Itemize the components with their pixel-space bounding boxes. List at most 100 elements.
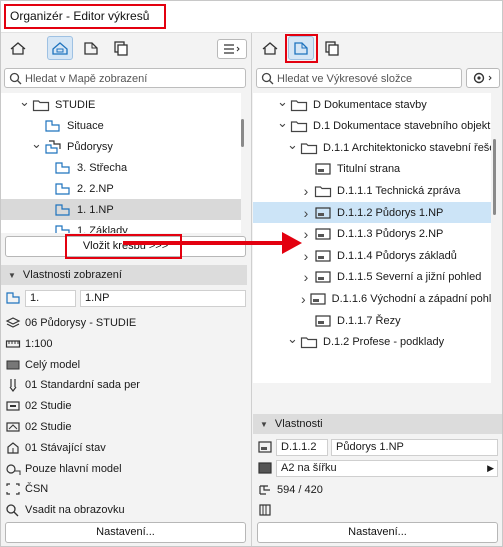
chevron-right-icon[interactable]: › <box>301 291 306 307</box>
view-property-value: Celý model <box>25 358 81 371</box>
menu-icon <box>224 44 240 54</box>
layout-book-icon <box>294 42 308 55</box>
layout-book-search[interactable] <box>256 68 462 88</box>
tree-item[interactable]: › D.1.1.1 Technická zpráva <box>253 180 491 201</box>
chevron-right-icon[interactable]: › <box>301 269 311 285</box>
view-map-button[interactable] <box>47 36 73 60</box>
tree-item[interactable]: 1. Základy <box>1 220 241 233</box>
tree-item-label: D.1.1.1 Technická zpráva <box>337 184 461 197</box>
tree-item[interactable]: ⌄ D Dokumentace stavby <box>253 94 491 115</box>
view-map-icon <box>52 42 68 55</box>
layout-size-row: 594 / 420 <box>257 480 323 500</box>
view-property-row[interactable]: 01 Stávající stav <box>5 438 106 458</box>
tree-item[interactable]: › D.1.1.6 Východní a západní pohled <box>253 288 491 309</box>
view-property-row[interactable]: 06 Půdorysy - STUDIE <box>5 313 136 333</box>
view-property-row[interactable]: Vsadit na obrazovku <box>5 500 125 520</box>
layout-book-search-input[interactable] <box>277 71 457 86</box>
publisher-button[interactable] <box>108 36 134 60</box>
tree-item[interactable]: › D.1.1.5 Severní a jižní pohled <box>253 267 491 288</box>
right-layout-book-button[interactable] <box>288 36 314 60</box>
right-settings-button[interactable]: Nastavení... <box>257 522 498 543</box>
folder-icon <box>290 121 308 133</box>
tree-item[interactable]: Situace <box>1 115 241 136</box>
chevron-right-icon[interactable]: › <box>301 205 311 221</box>
floorplan-view-icon <box>55 203 70 216</box>
layout-book-row <box>257 500 277 520</box>
view-map-tree: ⌄ STUDIE Situace ⌄ Půdorysy 3. Střecha 2. 2.NP… <box>1 93 241 233</box>
title-bar: Organizér - Editor výkresů <box>1 1 502 33</box>
folder-icon <box>314 186 332 197</box>
view-map-search[interactable] <box>4 68 246 88</box>
view-property-row[interactable]: 01 Standardní sada per <box>5 375 140 395</box>
chevron-down-icon[interactable]: ⌄ <box>287 137 298 153</box>
chevron-down-icon[interactable]: ⌄ <box>277 115 288 131</box>
project-map-button[interactable] <box>5 36 31 60</box>
layout-name-field[interactable]: Půdorys 1.NP <box>331 439 498 456</box>
tree-item[interactable]: › D.1.1.2 Půdorys 1.NP <box>253 202 491 223</box>
view-property-value: 06 Půdorysy - STUDIE <box>25 317 137 329</box>
layout-book-button[interactable] <box>78 36 104 60</box>
view-name-field[interactable]: 1.NP <box>80 290 246 307</box>
chevron-down-icon[interactable]: ⌄ <box>31 136 42 152</box>
layout-id-row <box>257 437 277 457</box>
chevron-down-icon[interactable]: ⌄ <box>19 94 30 110</box>
floorplan-view-icon <box>55 224 70 233</box>
tree-item[interactable]: 3. Střecha <box>1 157 241 178</box>
left-settings-button[interactable]: Nastavení... <box>5 522 246 543</box>
tree-item[interactable]: ⌄ D.1.2 Profese - podklady <box>253 331 491 353</box>
view-property-row[interactable]: 02 Studie <box>5 396 71 416</box>
layout-icon <box>310 293 326 305</box>
folder-icon <box>32 99 50 111</box>
dropdown-arrow-icon: ▶ <box>487 463 494 473</box>
tree-item[interactable]: 1. 1.NP <box>1 199 241 220</box>
tree-item[interactable]: Titulní strana <box>253 159 491 180</box>
view-property-row[interactable]: Pouze hlavní model <box>5 459 122 479</box>
view-property-value: Pouze hlavní model <box>25 462 122 475</box>
folder-icon <box>300 337 318 349</box>
floorplan-view-icon <box>45 119 60 132</box>
layout-book-icon <box>84 42 98 55</box>
layout-icon <box>315 163 331 175</box>
view-id-field[interactable]: 1. <box>25 290 76 307</box>
chevron-right-icon[interactable]: › <box>301 226 311 242</box>
layout-properties-header[interactable]: ▼ Vlastnosti <box>253 414 502 434</box>
right-project-map-button[interactable] <box>257 36 283 60</box>
organizer-window: Organizér - Editor výkresů ⌄STUD <box>0 0 503 547</box>
tree-item[interactable]: D.1.1.7 Řezy <box>253 310 491 331</box>
view-property-row[interactable]: Celý model <box>5 355 80 375</box>
chevron-right-icon[interactable]: › <box>301 183 311 199</box>
annotation-arrow-head <box>282 232 302 254</box>
chevron-right-icon[interactable]: › <box>301 248 311 264</box>
view-properties-header[interactable]: ▼ Vlastnosti zobrazení <box>1 265 247 285</box>
view-property-row[interactable]: 1:100 <box>5 334 53 354</box>
master-layout-dropdown[interactable]: A2 na šířku ▶ <box>276 460 498 477</box>
right-publisher-button[interactable] <box>319 36 345 60</box>
view-map-search-input[interactable] <box>25 71 241 86</box>
publisher-icon <box>114 41 128 56</box>
tree-item[interactable]: ⌄ Půdorysy <box>1 136 241 157</box>
tree-item[interactable]: 2. 2.NP <box>1 178 241 199</box>
chevron-down-icon[interactable]: ⌄ <box>277 94 288 110</box>
annotation-arrow-line <box>123 241 283 245</box>
tree-item-label: 1. Základy <box>77 224 128 234</box>
left-options-menu[interactable] <box>217 39 247 59</box>
tree-item-label: D.1.1 Architektonicko stavební řešení <box>323 141 491 154</box>
tree-item[interactable]: ⌄ STUDIE <box>1 94 241 115</box>
left-tree-scrollbar[interactable] <box>241 119 244 147</box>
right-options-menu[interactable] <box>466 68 500 88</box>
magnifier-icon <box>6 504 19 517</box>
collapse-triangle-icon: ▼ <box>260 419 268 429</box>
place-drawing-button[interactable]: Vložit kresbu >>> <box>5 236 246 257</box>
layer-combination-icon <box>5 317 21 328</box>
layout-id-field[interactable]: D.1.1.2 <box>276 439 328 456</box>
structure-display-icon <box>6 360 20 370</box>
chevron-down-icon[interactable]: ⌄ <box>287 331 298 347</box>
view-property-row[interactable]: 02 Studie <box>5 417 71 437</box>
house-icon <box>262 42 278 55</box>
right-tree-scrollbar[interactable] <box>493 139 496 215</box>
folder-icon <box>300 143 318 154</box>
folder-icon <box>290 99 308 111</box>
tree-item[interactable]: ⌄ D.1 Dokumentace stavebního objektu <box>253 115 491 137</box>
tree-item[interactable]: ⌄ D.1.1 Architektonicko stavební řešení <box>253 137 491 158</box>
view-property-row[interactable]: ČSN <box>5 479 48 499</box>
